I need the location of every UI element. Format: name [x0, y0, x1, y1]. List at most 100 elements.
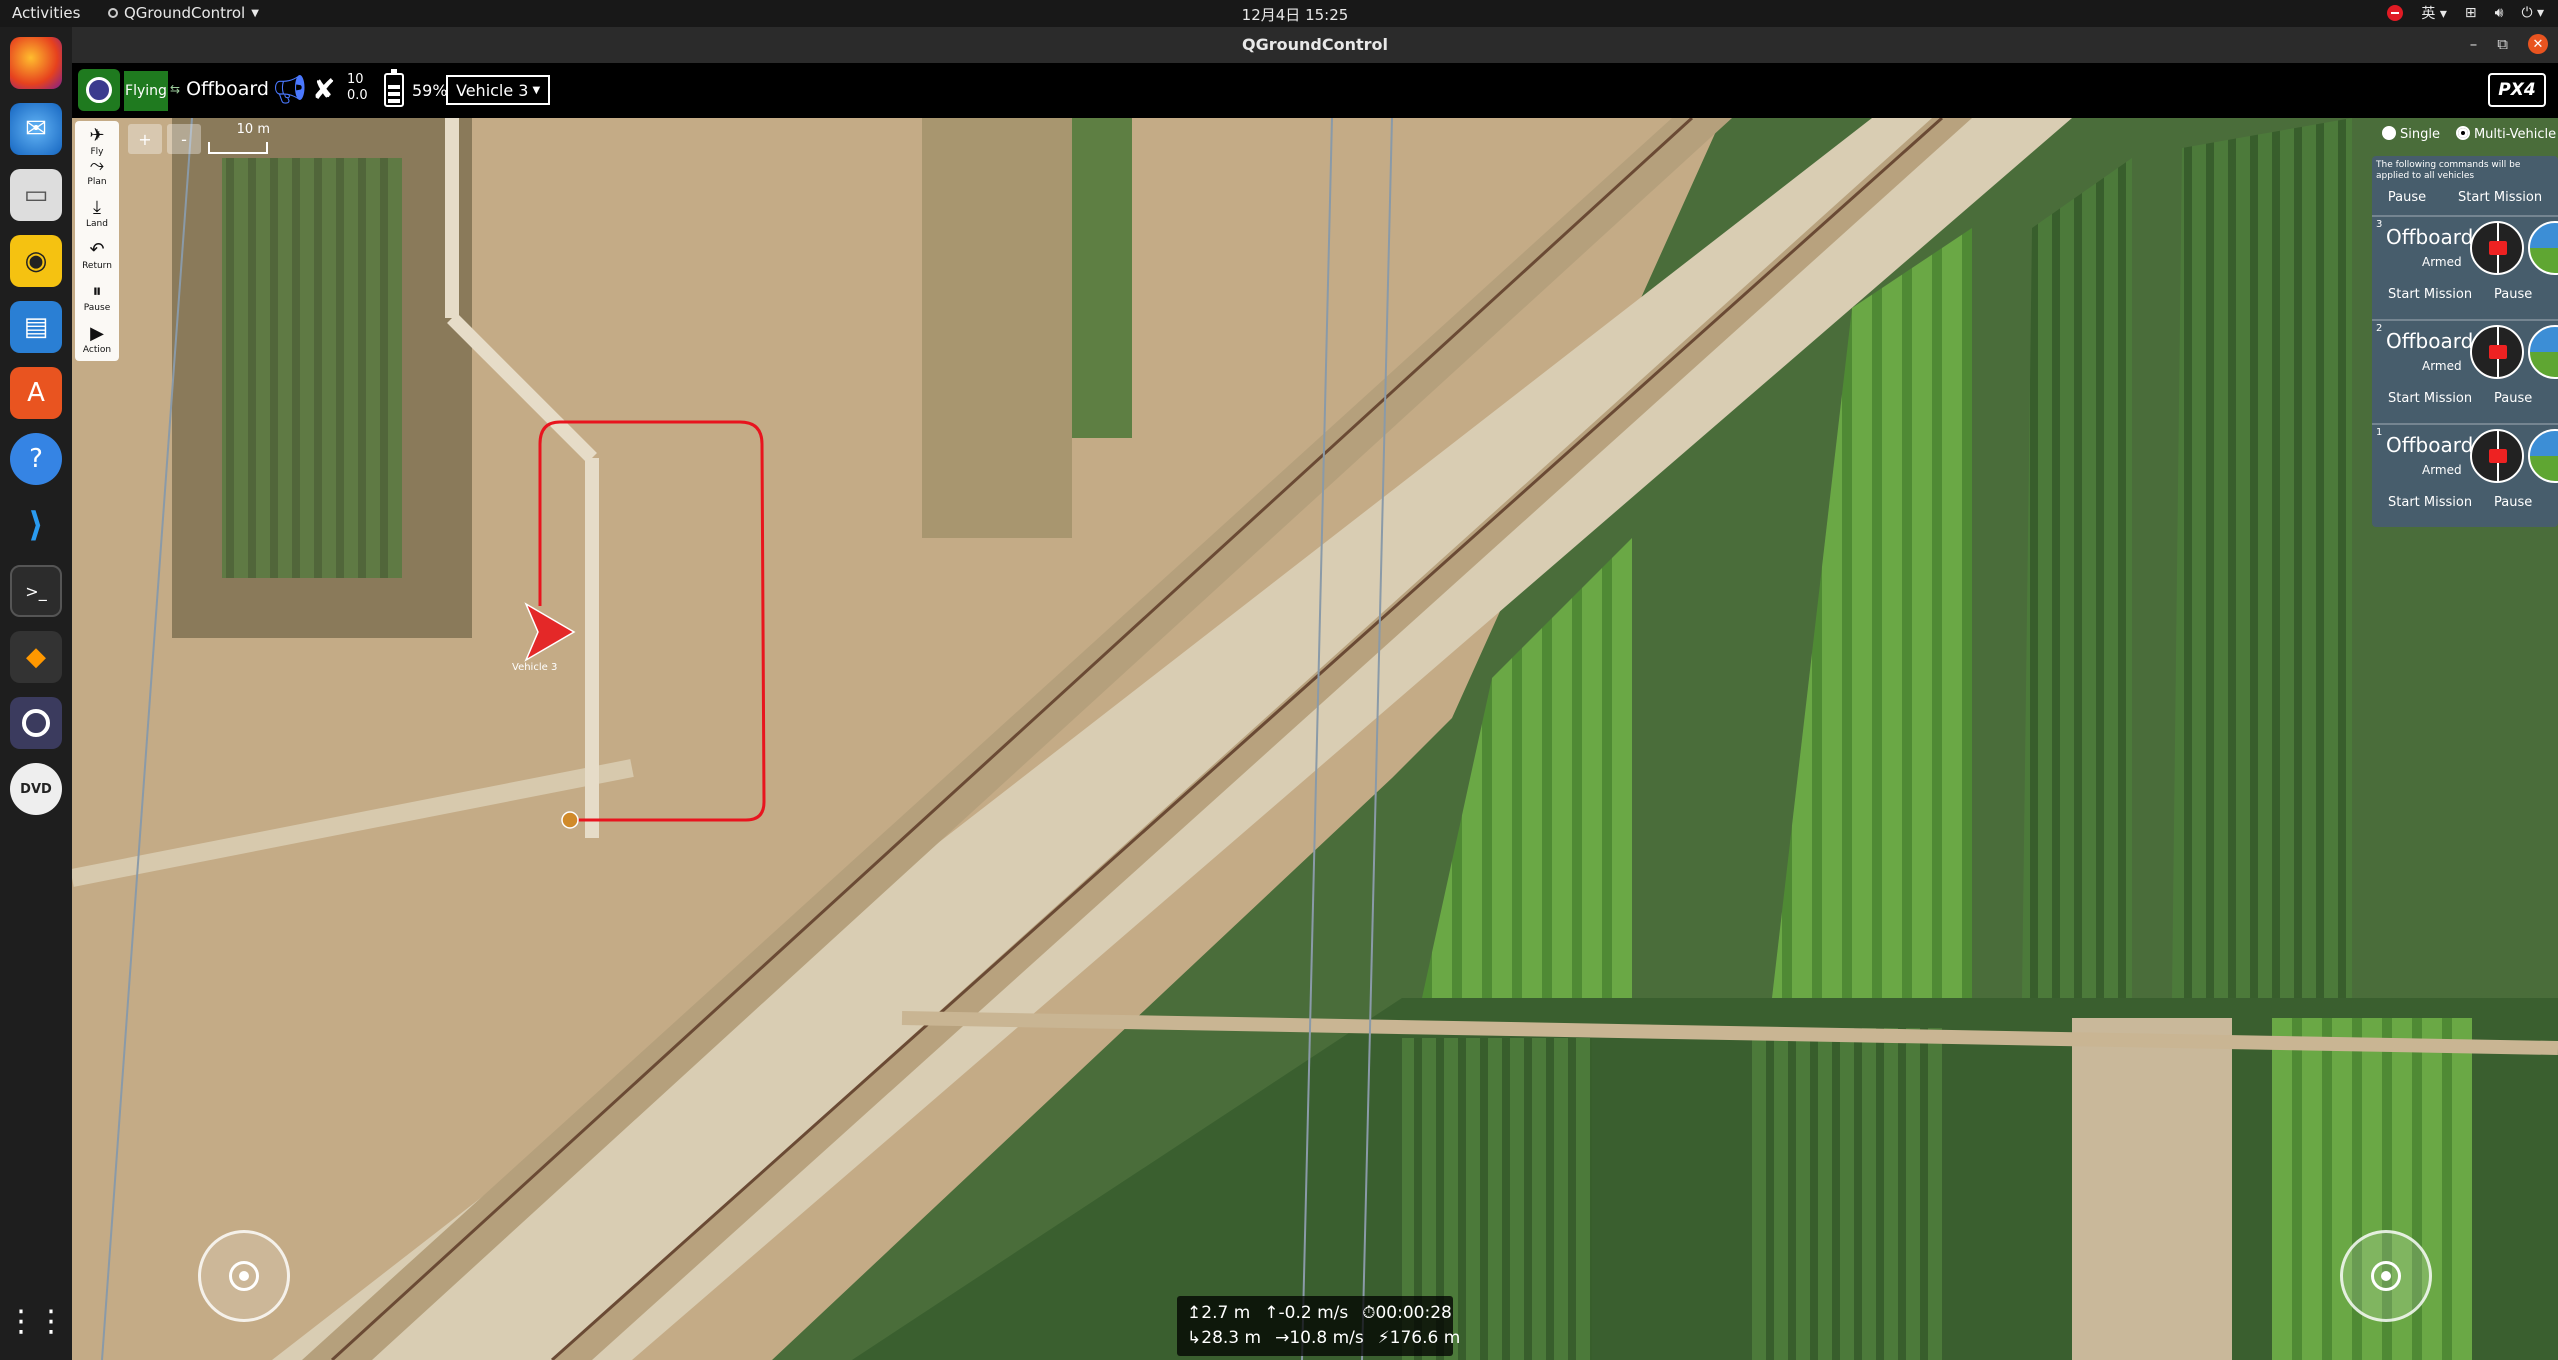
joystick-thumb-icon[interactable] — [2371, 1261, 2401, 1291]
vehicle-start-mission-button[interactable]: Start Mission — [2388, 495, 2472, 510]
vehicle-armed-status[interactable]: Armed — [2422, 255, 2462, 269]
vscode-icon[interactable]: ⟩ — [10, 499, 62, 551]
px4-logo: PX4 — [2488, 73, 2546, 107]
pause-all-button[interactable]: Pause — [2388, 190, 2426, 205]
gps-status[interactable]: 10 0.0 — [347, 72, 368, 104]
vehicle-id: 1 — [2376, 427, 2383, 438]
home-marker[interactable] — [561, 811, 579, 829]
vehicle-start-mission-button[interactable]: Start Mission — [2388, 391, 2472, 406]
route-icon: ⤳ — [89, 155, 105, 176]
notification-icon[interactable] — [2387, 5, 2404, 21]
mode-icon: ⇆ — [170, 82, 181, 96]
joystick-thumb-icon[interactable] — [229, 1261, 259, 1291]
left-virtual-joystick[interactable] — [198, 1230, 290, 1322]
files-icon[interactable]: ▭ — [10, 169, 62, 221]
vehicle-pause-button[interactable]: Pause — [2494, 391, 2532, 406]
vehicle-start-mission-button[interactable]: Start Mission — [2388, 287, 2472, 302]
map-scale-bar — [208, 142, 268, 154]
dvd-icon[interactable]: DVD — [10, 763, 62, 815]
vehicle-mode[interactable]: Offboard — [2386, 329, 2473, 353]
rhythmbox-icon[interactable]: ◉ — [10, 235, 62, 287]
writer-icon[interactable]: ▤ — [10, 301, 62, 353]
tool-pause[interactable]: ⏸ Pause — [75, 277, 119, 321]
vehicle-armed-status[interactable]: Armed — [2422, 359, 2462, 373]
vertical-speed-value: ↑-0.2 m/s — [1264, 1301, 1348, 1326]
qgc-menu-button[interactable] — [78, 69, 120, 111]
vehicle-card[interactable]: 2 Offboard Armed Start Mission Pause — [2372, 319, 2558, 423]
distance-to-home-value: ⚡176.6 m — [1378, 1326, 1461, 1351]
tool-plan-label: Plan — [87, 177, 107, 187]
minimize-icon[interactable]: – — [2470, 35, 2478, 53]
single-option[interactable]: Single — [2382, 126, 2440, 142]
tool-action-label: Action — [82, 345, 112, 355]
vehicle-selector-label: Vehicle 3 — [456, 80, 529, 100]
show-apps-icon[interactable]: ⋮⋮ — [6, 1295, 66, 1347]
help-icon[interactable]: ? — [10, 433, 62, 485]
start-mission-all-button[interactable]: Start Mission — [2458, 190, 2542, 205]
terminal-icon[interactable]: >_ — [10, 565, 62, 617]
window-titlebar[interactable]: QGroundControl – ⧉ ✕ — [72, 27, 2558, 63]
thunderbird-icon[interactable]: ✉ — [10, 103, 62, 155]
battery-icon[interactable] — [384, 69, 404, 107]
ground-speed-icon: → — [1275, 1328, 1290, 1348]
land-icon: ⤓ — [93, 197, 101, 218]
radio-single[interactable] — [2382, 126, 2396, 140]
tool-plan[interactable]: ⤳ Plan — [75, 151, 119, 195]
flight-time-value: ⏱00:00:28 — [1362, 1301, 1452, 1326]
gnome-top-bar: Activities QGroundControl ▼ 12月4日 15:25 … — [0, 0, 2558, 27]
multi-vehicle-option[interactable]: Multi-Vehicle — [2455, 126, 2557, 142]
tool-return[interactable]: ↶ Return — [75, 235, 119, 279]
system-tray[interactable]: 英 ▾ ⊞ 🔊︎ ⏻ ▾ — [2387, 3, 2544, 23]
compass-icon — [2470, 325, 2524, 379]
sublime-icon[interactable]: ◆ — [10, 631, 62, 683]
right-virtual-joystick[interactable] — [2340, 1230, 2432, 1322]
zoom-out-button[interactable]: - — [167, 124, 201, 154]
compass-icon — [2470, 221, 2524, 275]
zoom-in-button[interactable]: + — [128, 124, 162, 154]
flight-mode-selector[interactable]: ⇆ Offboard — [170, 78, 269, 100]
radio-multi-vehicle[interactable] — [2455, 126, 2470, 140]
vehicle-pause-button[interactable]: Pause — [2494, 287, 2532, 302]
distance-icon: ↳ — [1187, 1328, 1202, 1348]
network-icon[interactable]: ⊞ — [2465, 5, 2477, 21]
activities-button[interactable]: Activities — [12, 4, 80, 22]
power-icon[interactable]: ⏻ ▾ — [2521, 5, 2544, 21]
map-view[interactable]: Vehicle 3 ✈ Fly ⤳ Plan ⤓ Land ↶ Return ⏸ Paus… — [72, 118, 2558, 1360]
input-method-label: 英 — [2421, 6, 2436, 22]
fly-tool-strip: ✈ Fly ⤳ Plan ⤓ Land ↶ Return ⏸ Pause ▶ Action — [75, 121, 119, 361]
multi-vehicle-label: Multi-Vehicle — [2473, 127, 2557, 142]
vehicle-pause-button[interactable]: Pause — [2494, 495, 2532, 510]
gps-icon[interactable]: ✘ — [312, 73, 335, 106]
tool-land[interactable]: ⤓ Land — [75, 193, 119, 237]
messages-icon[interactable]: 📢︎ — [272, 73, 308, 106]
distance-to-home-text: 176.6 m — [1389, 1328, 1461, 1348]
satellite-map[interactable]: Vehicle 3 — [72, 118, 2558, 1360]
flight-state: Flying — [124, 71, 168, 111]
vehicle-armed-status[interactable]: Armed — [2422, 463, 2462, 477]
chevron-down-icon: ▼ — [532, 84, 541, 96]
tool-action[interactable]: ▶ Action — [75, 319, 119, 363]
map-scale: 10 m — [206, 122, 270, 156]
software-icon[interactable]: A — [10, 367, 62, 419]
clock[interactable]: 12月4日 15:25 — [1230, 4, 1360, 25]
battery-percent: 59% — [412, 81, 448, 100]
app-menu[interactable]: QGroundControl ▼ — [108, 4, 259, 22]
vehicle-selector[interactable]: Vehicle 3 ▼ — [446, 75, 551, 105]
close-icon[interactable]: ✕ — [2528, 34, 2548, 54]
vehicle-id: 3 — [2376, 219, 2383, 230]
vehicle-card[interactable]: 3 Offboard Armed Start Mission Pause — [2372, 215, 2558, 319]
ground-speed-value: →10.8 m/s — [1275, 1326, 1364, 1351]
volume-icon[interactable]: 🔊︎ — [2495, 5, 2504, 21]
qgc-small-icon — [108, 8, 118, 18]
qgc-logo-icon — [86, 77, 112, 103]
telemetry-bar[interactable]: ↥2.7 m ↑-0.2 m/s ⏱00:00:28 ↳28.3 m →10.8… — [1177, 1296, 1460, 1356]
input-method-indicator[interactable]: 英 ▾ — [2421, 3, 2446, 23]
maximize-icon[interactable]: ⧉ — [2497, 35, 2508, 53]
vehicle-mode[interactable]: Offboard — [2386, 433, 2473, 457]
firefox-icon[interactable] — [10, 37, 62, 89]
vehicle-mode[interactable]: Offboard — [2386, 225, 2473, 249]
vertical-speed-text: -0.2 m/s — [1278, 1303, 1349, 1323]
altitude-value: ↥2.7 m — [1187, 1301, 1250, 1326]
qgroundcontrol-icon[interactable] — [10, 697, 62, 749]
vehicle-card[interactable]: 1 Offboard Armed Start Mission Pause — [2372, 423, 2558, 527]
